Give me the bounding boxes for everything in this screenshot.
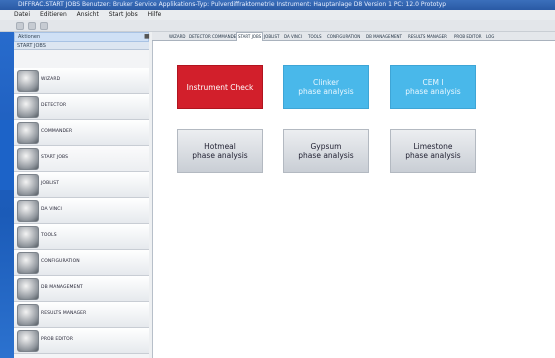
tab-davinci[interactable]: DA VINCI: [283, 33, 303, 41]
sidebar-item-label: START JOBS: [41, 155, 69, 160]
tab-log[interactable]: LOG: [485, 33, 495, 41]
davinci-icon: [17, 200, 39, 222]
sidebar: WIZARD DETECTOR COMMANDER START JOBS JOB…: [14, 50, 149, 358]
sidebar-item-label: TOOLS: [41, 233, 57, 238]
sidebar-item-configuration[interactable]: CONFIGURATION: [14, 250, 149, 276]
sidebar-header: Aktionen: [14, 32, 149, 42]
tab-joblist[interactable]: JOBLIST: [263, 33, 280, 41]
commander-icon: [17, 122, 39, 144]
wizard-icon: [17, 70, 39, 92]
hotmeal-phase-analysis-button[interactable]: Hotmeal phase analysis: [177, 129, 263, 173]
sidebar-item-label: DA VINCI: [41, 207, 62, 212]
sidebar-item-start-jobs[interactable]: START JOBS: [14, 146, 149, 172]
sidebar-item-label: PROB EDITOR: [41, 337, 74, 342]
detector-icon: [17, 96, 39, 118]
cem1-phase-analysis-button[interactable]: CEM Iphase analysis: [390, 65, 476, 109]
sidebar-subheader: START JOBS: [14, 42, 149, 50]
tab-wizard[interactable]: WIZARD: [168, 33, 186, 41]
tab-results-manager[interactable]: RESULTS MANAGER: [407, 33, 448, 41]
tab-db-management[interactable]: DB MANAGEMENT: [365, 33, 403, 41]
tab-prob-editor[interactable]: PROB EDITOR: [453, 33, 483, 41]
sidebar-item-label: CONFIGURATION: [41, 259, 80, 264]
pin-icon[interactable]: ■: [144, 33, 150, 40]
sidebar-item-db-management[interactable]: DB MANAGEMENT: [14, 276, 149, 302]
sidebar-item-wizard[interactable]: WIZARD: [14, 68, 149, 94]
close-icon[interactable]: [16, 22, 24, 30]
refresh-icon[interactable]: [40, 22, 48, 30]
sidebar-item-davinci[interactable]: DA VINCI: [14, 198, 149, 224]
sidebar-item-label: COMMANDER: [41, 129, 73, 134]
back-icon[interactable]: [28, 22, 36, 30]
menu-start-jobs[interactable]: Start Jobs: [109, 11, 138, 18]
toolbar: [0, 20, 555, 32]
menu-help[interactable]: Hilfe: [148, 11, 162, 18]
start-jobs-panel: Instrument Check Clinker phase analysis C…: [152, 41, 555, 358]
tab-tools[interactable]: TOOLS: [307, 33, 323, 41]
sidebar-item-label: DETECTOR: [41, 103, 67, 108]
sidebar-item-commander[interactable]: COMMANDER: [14, 120, 149, 146]
sidebar-item-label: JOBLIST: [41, 181, 60, 186]
sidebar-item-label: WIZARD: [41, 77, 61, 82]
limestone-phase-analysis-button[interactable]: Limestone phase analysis: [390, 129, 476, 173]
gypsum-phase-analysis-button[interactable]: Gypsum phase analysis: [283, 129, 369, 173]
sidebar-item-label: RESULTS MANAGER: [41, 311, 87, 316]
sidebar-item-prob-editor[interactable]: PROB EDITOR: [14, 328, 149, 354]
instrument-check-button[interactable]: Instrument Check: [177, 65, 263, 109]
menu-file[interactable]: Datei: [14, 11, 30, 18]
start-jobs-icon: [17, 148, 39, 170]
prob-editor-icon: [17, 330, 39, 352]
clinker-phase-analysis-button[interactable]: Clinker phase analysis: [283, 65, 369, 109]
window-titlebar: DIFFRAC.START JOBS Benutzer: Bruker Serv…: [0, 0, 555, 10]
sidebar-item-detector[interactable]: DETECTOR: [14, 94, 149, 120]
sidebar-item-label: DB MANAGEMENT: [41, 285, 83, 290]
joblist-icon: [17, 174, 39, 196]
sidebar-item-joblist[interactable]: JOBLIST: [14, 172, 149, 198]
brand-accent-block: [0, 120, 14, 190]
menu-bar: Datei Editieren Ansicht Start Jobs Hilfe: [0, 10, 555, 20]
results-manager-icon: [17, 304, 39, 326]
tools-icon: [17, 226, 39, 248]
tab-detector[interactable]: DETECTOR: [188, 33, 212, 41]
menu-view[interactable]: Ansicht: [77, 11, 99, 18]
sidebar-item-tools[interactable]: TOOLS: [14, 224, 149, 250]
tab-strip: WIZARD DETECTOR COMMANDER START JOBS JOB…: [152, 32, 555, 42]
db-management-icon: [17, 278, 39, 300]
tab-configuration[interactable]: CONFIGURATION: [326, 33, 361, 41]
configuration-icon: [17, 252, 39, 274]
sidebar-item-results-manager[interactable]: RESULTS MANAGER: [14, 302, 149, 328]
menu-edit[interactable]: Editieren: [40, 11, 67, 18]
